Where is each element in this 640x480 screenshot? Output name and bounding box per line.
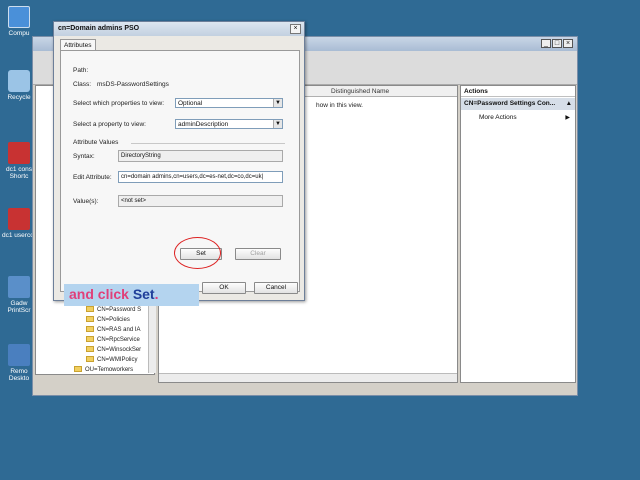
remote-desktop-icon — [8, 344, 30, 366]
chevron-down-icon[interactable]: ▼ — [273, 120, 282, 128]
tree-item[interactable]: CN=Policies — [86, 316, 130, 323]
path-label: Path: — [73, 67, 89, 74]
tree-item[interactable]: OU=Temoworkers — [74, 366, 133, 373]
actions-pane: Actions CN=Password Settings Con... ▲ Mo… — [460, 85, 576, 383]
horizontal-scrollbar[interactable] — [159, 373, 457, 382]
edit-attribute-input[interactable]: cn=domain admins,cn=users,dc=es-net,dc=c… — [118, 171, 283, 183]
tree-item[interactable]: CN=WMIPolicy — [86, 356, 138, 363]
desktop-icon-label: Compu — [8, 30, 30, 37]
ok-button[interactable]: OK — [202, 282, 246, 294]
maximize-icon[interactable]: □ — [552, 39, 562, 48]
more-actions-link[interactable]: More Actions — [479, 114, 517, 121]
collapse-icon[interactable]: ▲ — [566, 100, 572, 107]
tutorial-caption: and click Set. — [64, 284, 199, 306]
folder-icon — [86, 326, 94, 332]
tree-item[interactable]: CN=RpcService — [86, 336, 140, 343]
highlight-circle — [174, 237, 221, 269]
actions-title: Actions — [461, 86, 575, 97]
tree-item[interactable]: CN=WinsockSer — [86, 346, 141, 353]
properties-select[interactable]: Optional ▼ — [175, 98, 283, 108]
chevron-down-icon[interactable]: ▼ — [273, 99, 282, 107]
actions-selected-item[interactable]: CN=Password Settings Con... ▲ — [461, 98, 575, 110]
desktop-icon-label: Remo Deskto — [8, 368, 30, 382]
folder-icon — [86, 346, 94, 352]
desktop-icon-label: dc1 cons Shortc — [5, 166, 33, 180]
folder-icon — [86, 306, 94, 312]
submenu-arrow-icon: ▶ — [565, 115, 570, 121]
recycle-bin-icon — [8, 70, 30, 92]
window-controls: _ □ × — [541, 39, 573, 48]
class-label: Class: — [73, 81, 92, 88]
properties-label: Select which properties to view: — [73, 100, 165, 107]
desktop-icon-label: dc1 usercor — [2, 232, 36, 239]
desktop-icon-label: Recycle — [7, 94, 31, 101]
folder-icon — [74, 366, 82, 372]
syntax-label: Syntax: — [73, 153, 95, 160]
values-field: <not set> — [118, 195, 283, 207]
desktop-icon-dc1-console[interactable]: dc1 cons Shortc — [2, 142, 36, 180]
empty-view-text: how in this view. — [316, 102, 363, 109]
folder-icon — [86, 336, 94, 342]
desktop-icon-label: Gadw PrintScr — [7, 300, 31, 314]
close-icon[interactable]: × — [563, 39, 573, 48]
toolbox-icon — [8, 142, 30, 164]
tree-item[interactable]: CN=Password S — [86, 306, 141, 313]
minimize-icon[interactable]: _ — [541, 39, 551, 48]
desktop-icon-dc1-users[interactable]: dc1 usercor — [2, 208, 36, 239]
toolbox-icon — [8, 208, 30, 230]
group-divider — [131, 143, 285, 144]
attribute-values-label: Attribute Values — [73, 139, 119, 146]
values-label: Value(s): — [73, 198, 99, 205]
clear-button[interactable]: Clear — [235, 248, 281, 260]
folder-icon — [86, 316, 94, 322]
desktop-icon-remote-desktop[interactable]: Remo Deskto — [2, 344, 36, 382]
tree-item[interactable]: CN=RAS and IA — [86, 326, 141, 333]
computer-icon — [8, 6, 30, 28]
folder-icon — [86, 356, 94, 362]
class-value: msDS-PasswordSettings — [97, 81, 169, 88]
close-icon[interactable]: × — [290, 24, 301, 34]
desktop-icon-recycle[interactable]: Recycle — [2, 70, 36, 101]
dialog-title: cn=Domain admins PSO — [54, 22, 304, 36]
printscreen-icon — [8, 276, 30, 298]
syntax-field: DirectoryString — [118, 150, 283, 162]
cancel-button[interactable]: Cancel — [254, 282, 298, 294]
property-select[interactable]: adminDescription ▼ — [175, 119, 283, 129]
property-label: Select a property to view: — [73, 121, 146, 128]
desktop-icon-computer[interactable]: Compu — [2, 6, 36, 37]
desktop-icon-gadwin[interactable]: Gadw PrintScr — [2, 276, 36, 314]
edit-attribute-label: Edit Attribute: — [73, 174, 112, 181]
